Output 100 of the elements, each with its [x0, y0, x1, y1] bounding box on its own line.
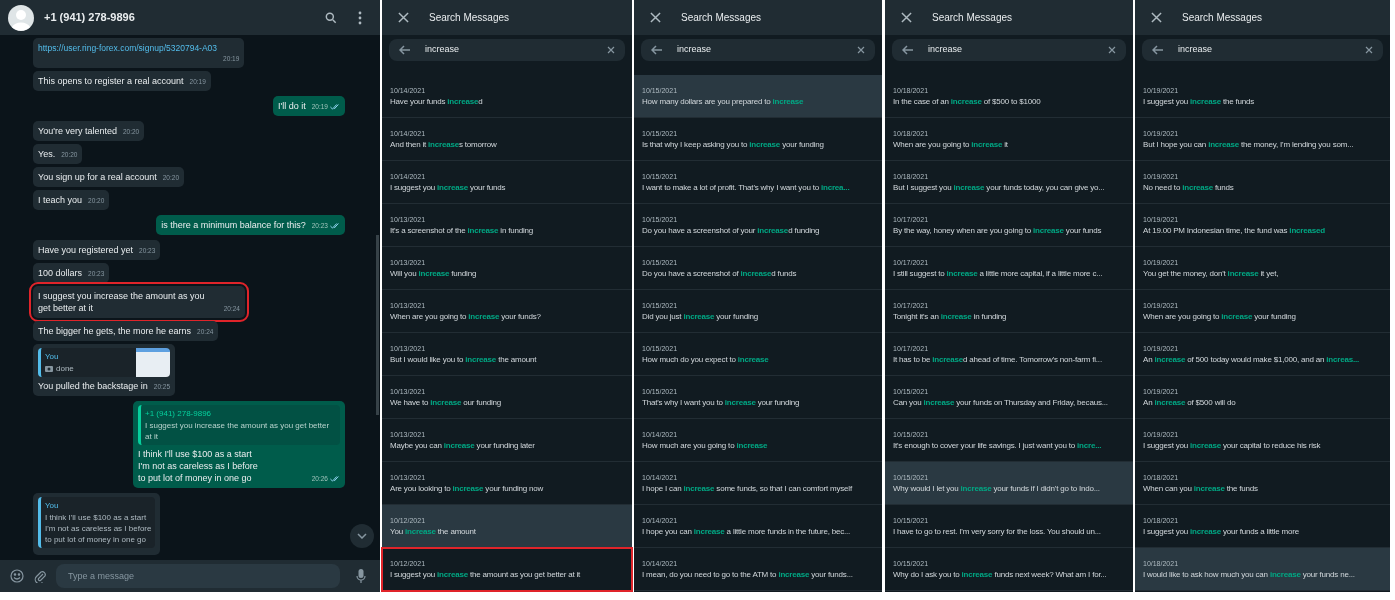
result-text: I suggest you increase your capital to reduce his risk: [1143, 439, 1322, 451]
result-text: An increase of $500 will do: [1143, 396, 1237, 408]
message-text: You pulled the backstage in: [38, 380, 148, 392]
panel-title: Search Messages: [932, 11, 1013, 25]
close-icon[interactable]: [901, 12, 912, 23]
camera-icon: [45, 365, 53, 372]
search-query: increase: [425, 43, 461, 57]
search-query: increase: [677, 43, 713, 57]
menu-icon[interactable]: [358, 10, 362, 25]
message-text: I think I'll use $100 as a start I'm not as careless as I before to put lot of money in one go: [138, 448, 258, 484]
result-text: Tonight it's an increase in funding: [893, 310, 1008, 322]
result-text: I suggest you increase your funds: [390, 181, 507, 193]
panel-title: Search Messages: [681, 11, 762, 25]
result-text: I hope I can increase some funds, so that I can comfort myself: [642, 482, 853, 494]
result-text: An increase of 500 today would make $1,000, and an increas...: [1143, 353, 1360, 365]
result-text: You increase the amount: [390, 525, 477, 537]
message-text: Yes.: [38, 148, 56, 160]
back-arrow-icon[interactable]: [651, 45, 663, 55]
read-receipt-icon: [330, 476, 340, 483]
result-text: How much do you expect to increase: [642, 353, 770, 365]
result-text: I suggest you increase your funds a little more: [1143, 525, 1301, 537]
result-text: That's why I want you to increase your funding: [642, 396, 801, 408]
search-field[interactable]: increase: [641, 39, 875, 61]
result-text: Did you just increase your funding: [642, 310, 759, 322]
emoji-icon[interactable]: [10, 569, 24, 583]
clear-icon[interactable]: [607, 46, 615, 54]
result-text: How many dollars are you prepared to increase: [642, 95, 805, 107]
result-text: When are you going to increase it: [893, 138, 1009, 150]
search-icon[interactable]: [324, 10, 338, 25]
search-query: increase: [928, 43, 964, 57]
result-text: Have your funds increased: [390, 95, 484, 107]
result-text: It's enough to cover your life savings. I just want you to incre...: [893, 439, 1103, 451]
read-receipt-icon: [330, 223, 340, 230]
panel-title: Search Messages: [1182, 11, 1263, 25]
result-text: But I would like you to increase the amount: [390, 353, 538, 365]
paperclip-icon[interactable]: [34, 569, 46, 583]
clear-icon[interactable]: [1365, 46, 1373, 54]
result-text: Why would I let you increase your funds if I didn't go to Indo...: [893, 482, 1101, 494]
signup-link[interactable]: https://user.ring-forex.com/signup/5320794-A03: [38, 42, 218, 64]
search-field[interactable]: increase: [1142, 39, 1383, 61]
message-text: You sign up for a real account: [38, 171, 157, 183]
quote-author: You: [45, 500, 60, 512]
avatar-icon: [8, 4, 34, 31]
close-icon[interactable]: [1151, 12, 1162, 23]
result-text: Will you increase funding: [390, 267, 478, 279]
search-field[interactable]: increase: [892, 39, 1126, 61]
result-text: But I hope you can increase the money, I'm lending you som...: [1143, 138, 1355, 150]
message-text: I suggest you increase the amount as you get better at it: [38, 290, 206, 314]
result-text: At 19.00 PM Indonesian time, the fund was increased: [1143, 224, 1326, 236]
back-arrow-icon[interactable]: [1152, 45, 1164, 55]
result-text: I suggest you increase the funds: [1143, 95, 1256, 107]
result-text: Are you looking to increase your funding now: [390, 482, 545, 494]
message-text: You're very talented: [38, 125, 117, 137]
result-text: Do you have a screenshot of increased funds: [642, 267, 798, 279]
message-text: 100 dollars: [38, 267, 83, 279]
back-arrow-icon[interactable]: [902, 45, 914, 55]
quote-text: I suggest you increase the amount as you get better at it: [145, 420, 331, 442]
result-text: I mean, do you need to go to the ATM to increase your funds...: [642, 568, 854, 580]
result-text: I suggest you increase the amount as you get better at it: [390, 568, 582, 580]
result-text: We have to increase our funding: [390, 396, 503, 408]
result-text: I hope you can increase a little more funds in the future, bec...: [642, 525, 852, 537]
result-text: In the case of an increase of $500 to $1000: [893, 95, 1042, 107]
quote-text: done: [56, 363, 74, 374]
message-text: Have you registered yet: [38, 244, 134, 256]
result-text: You get the money, don't increase it yet,: [1143, 267, 1280, 279]
result-text: Can you increase your funds on Thursday and Friday, becaus...: [893, 396, 1109, 408]
quote-text: I think I'll use $100 as a start I'm not as careless as I before to put lot of money in one go: [45, 512, 152, 545]
message-text: I'll do it: [278, 100, 306, 112]
quote-author: +1 (941) 278-9896: [145, 408, 213, 420]
result-text: And then it increases tomorrow: [390, 138, 498, 150]
message-input[interactable]: Type a message: [56, 564, 340, 588]
result-text: No need to increase funds: [1143, 181, 1235, 193]
close-icon[interactable]: [650, 12, 661, 23]
chevron-down-icon: [357, 533, 367, 539]
result-text: I would like to ask how much you can increase your funds ne...: [1143, 568, 1356, 580]
result-text: How much are you going to increase: [642, 439, 769, 451]
scroll-down-button[interactable]: [350, 524, 374, 548]
message-text: is there a minimum balance for this?: [161, 219, 306, 231]
result-text: When are you going to increase your funds?: [390, 310, 542, 322]
result-text: It's a screenshot of the increase in funding: [390, 224, 535, 236]
back-arrow-icon[interactable]: [399, 45, 411, 55]
result-text: It has to be increased ahead of time. Tomorrow's non-farm fi...: [893, 353, 1103, 365]
contact-name: +1 (941) 278-9896: [44, 10, 136, 26]
close-icon[interactable]: [398, 12, 409, 23]
result-text: Maybe you can increase your funding later: [390, 439, 536, 451]
read-receipt-icon: [330, 104, 340, 111]
result-text: When can you increase the funds: [1143, 482, 1259, 494]
message-text: I teach you: [38, 194, 83, 206]
quote-author: You: [45, 351, 60, 363]
clear-icon[interactable]: [857, 46, 865, 54]
microphone-icon[interactable]: [356, 568, 366, 584]
search-query: increase: [1178, 43, 1214, 57]
result-text: Do you have a screenshot of your increased funding: [642, 224, 821, 236]
result-text: Why do I ask you to increase funds next week? What am I for...: [893, 568, 1108, 580]
search-field[interactable]: increase: [389, 39, 625, 61]
clear-icon[interactable]: [1108, 46, 1116, 54]
result-text: I still suggest to increase a little more capital, if a little more c...: [893, 267, 1104, 279]
result-text: When are you going to increase your funding: [1143, 310, 1297, 322]
result-text: I have to go to rest. I'm very sorry for the loss. You should un...: [893, 525, 1102, 537]
result-text: I want to make a lot of profit. That's why I want you to increa...: [642, 181, 851, 193]
